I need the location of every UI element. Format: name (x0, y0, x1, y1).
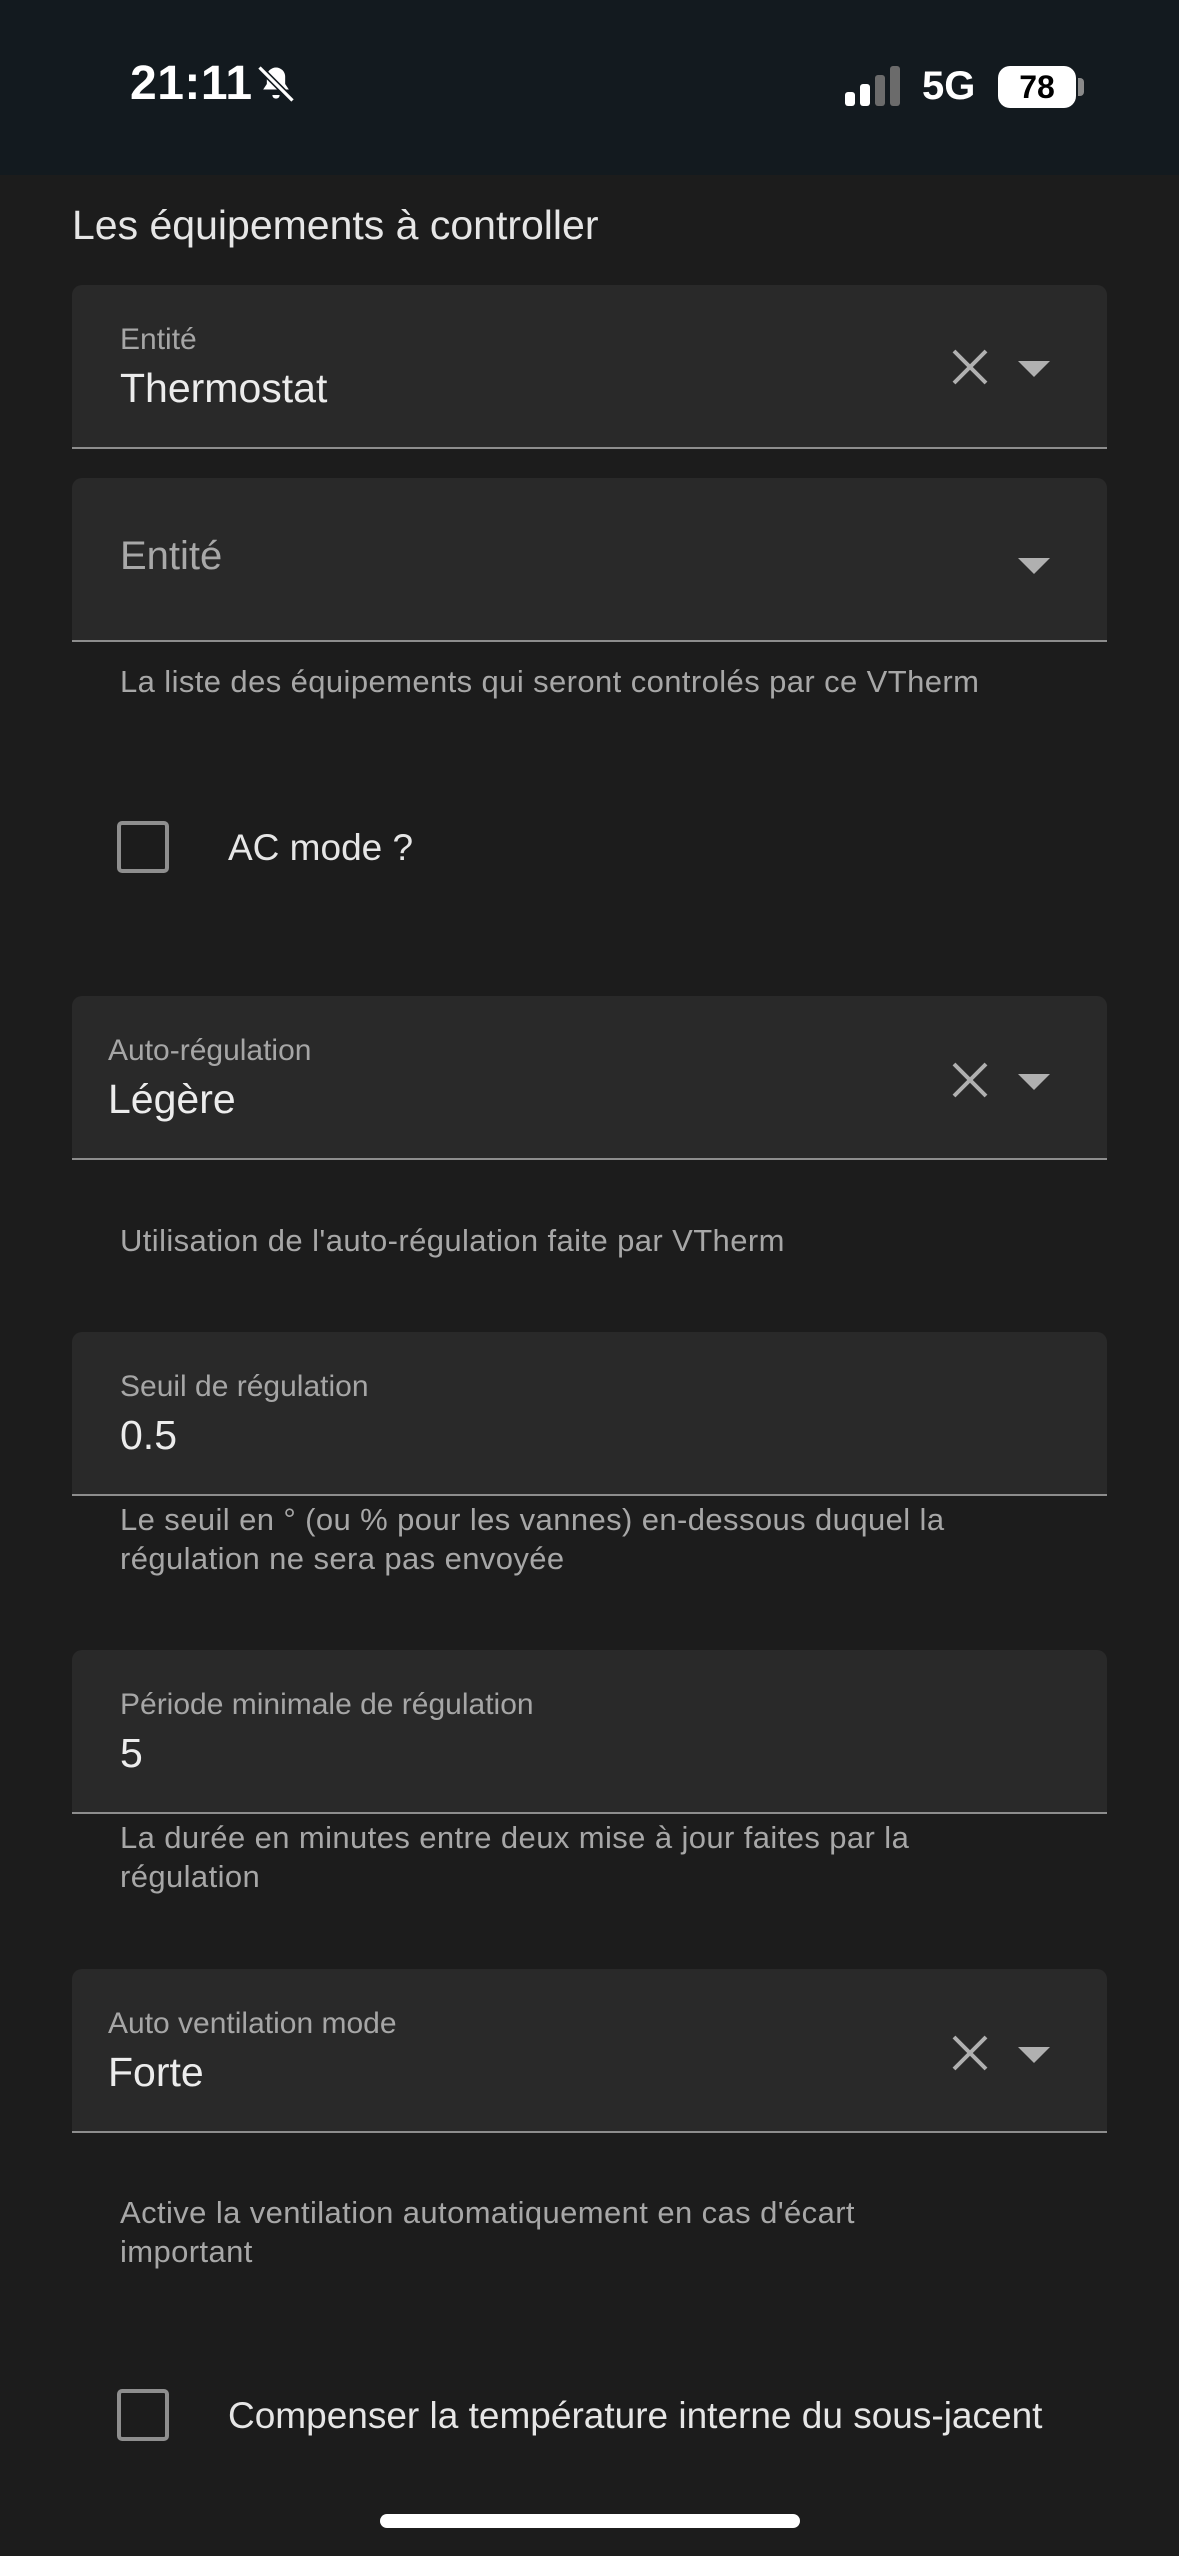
battery-tip (1078, 78, 1084, 96)
clock: 21:11 (130, 57, 253, 110)
entity-label: Entité (120, 323, 197, 356)
regulation-threshold-label: Seuil de régulation (120, 1370, 369, 1403)
chevron-down-icon[interactable] (1016, 2044, 1052, 2066)
compensate-checkbox[interactable] (117, 2389, 169, 2441)
entity-select-1[interactable]: Entité Thermostat (72, 285, 1107, 449)
entity-helper-text: La liste des équipements qui seront cont… (120, 664, 980, 699)
regulation-threshold-input[interactable]: 0.5 (120, 1412, 177, 1459)
regulation-threshold-field[interactable]: Seuil de régulation 0.5 (72, 1332, 1107, 1496)
close-icon[interactable] (948, 1058, 992, 1102)
battery-icon: 78 (998, 66, 1076, 108)
close-icon[interactable] (948, 345, 992, 389)
ac-mode-checkbox[interactable] (117, 821, 169, 873)
bell-slash-icon (257, 65, 295, 103)
entity-value: Thermostat (120, 365, 328, 411)
home-indicator[interactable] (380, 2514, 800, 2528)
auto-regulation-helper-text: Utilisation de l'auto-régulation faite p… (120, 1223, 785, 1258)
auto-regulation-label: Auto-régulation (108, 1034, 312, 1067)
min-regulation-period-field[interactable]: Période minimale de régulation 5 (72, 1650, 1107, 1814)
helper-line: La durée en minutes entre deux mise à jo… (120, 1820, 910, 1855)
chevron-down-icon[interactable] (1016, 1071, 1052, 1093)
helper-line: régulation ne sera pas envoyée (120, 1541, 565, 1576)
auto-ventilation-value: Forte (108, 2049, 204, 2095)
helper-line: régulation (120, 1859, 261, 1894)
status-bar: 21:11 5G 78 (0, 0, 1179, 175)
battery-level: 78 (1019, 68, 1055, 105)
network-type: 5G (922, 64, 976, 108)
auto-ventilation-helper-text: Active la ventilation automatiquement en… (120, 2193, 1080, 2271)
compensate-label: Compenser la température interne du sous… (228, 2395, 1043, 2436)
auto-ventilation-select[interactable]: Auto ventilation mode Forte (72, 1969, 1107, 2133)
helper-line: important (120, 2234, 253, 2269)
min-regulation-period-input[interactable]: 5 (120, 1730, 143, 1777)
ac-mode-label: AC mode ? (228, 827, 414, 868)
auto-regulation-select[interactable]: Auto-régulation Légère (72, 996, 1107, 1160)
chevron-down-icon[interactable] (1016, 555, 1052, 577)
regulation-threshold-helper-text: Le seuil en ° (ou % pour les vannes) en-… (120, 1500, 1080, 1578)
min-regulation-period-label: Période minimale de régulation (120, 1688, 534, 1721)
min-regulation-period-helper-text: La durée en minutes entre deux mise à jo… (120, 1818, 1080, 1896)
entity-select-2[interactable]: Entité (72, 478, 1107, 642)
section-title: Les équipements à controller (72, 202, 599, 248)
close-icon[interactable] (948, 2031, 992, 2075)
auto-regulation-value: Légère (108, 1076, 236, 1122)
chevron-down-icon[interactable] (1016, 358, 1052, 380)
helper-line: Le seuil en ° (ou % pour les vannes) en-… (120, 1502, 945, 1537)
signal-icon (845, 66, 900, 106)
auto-ventilation-label: Auto ventilation mode (108, 2007, 397, 2040)
entity-placeholder: Entité (120, 534, 223, 578)
helper-line: Active la ventilation automatiquement en… (120, 2195, 855, 2230)
